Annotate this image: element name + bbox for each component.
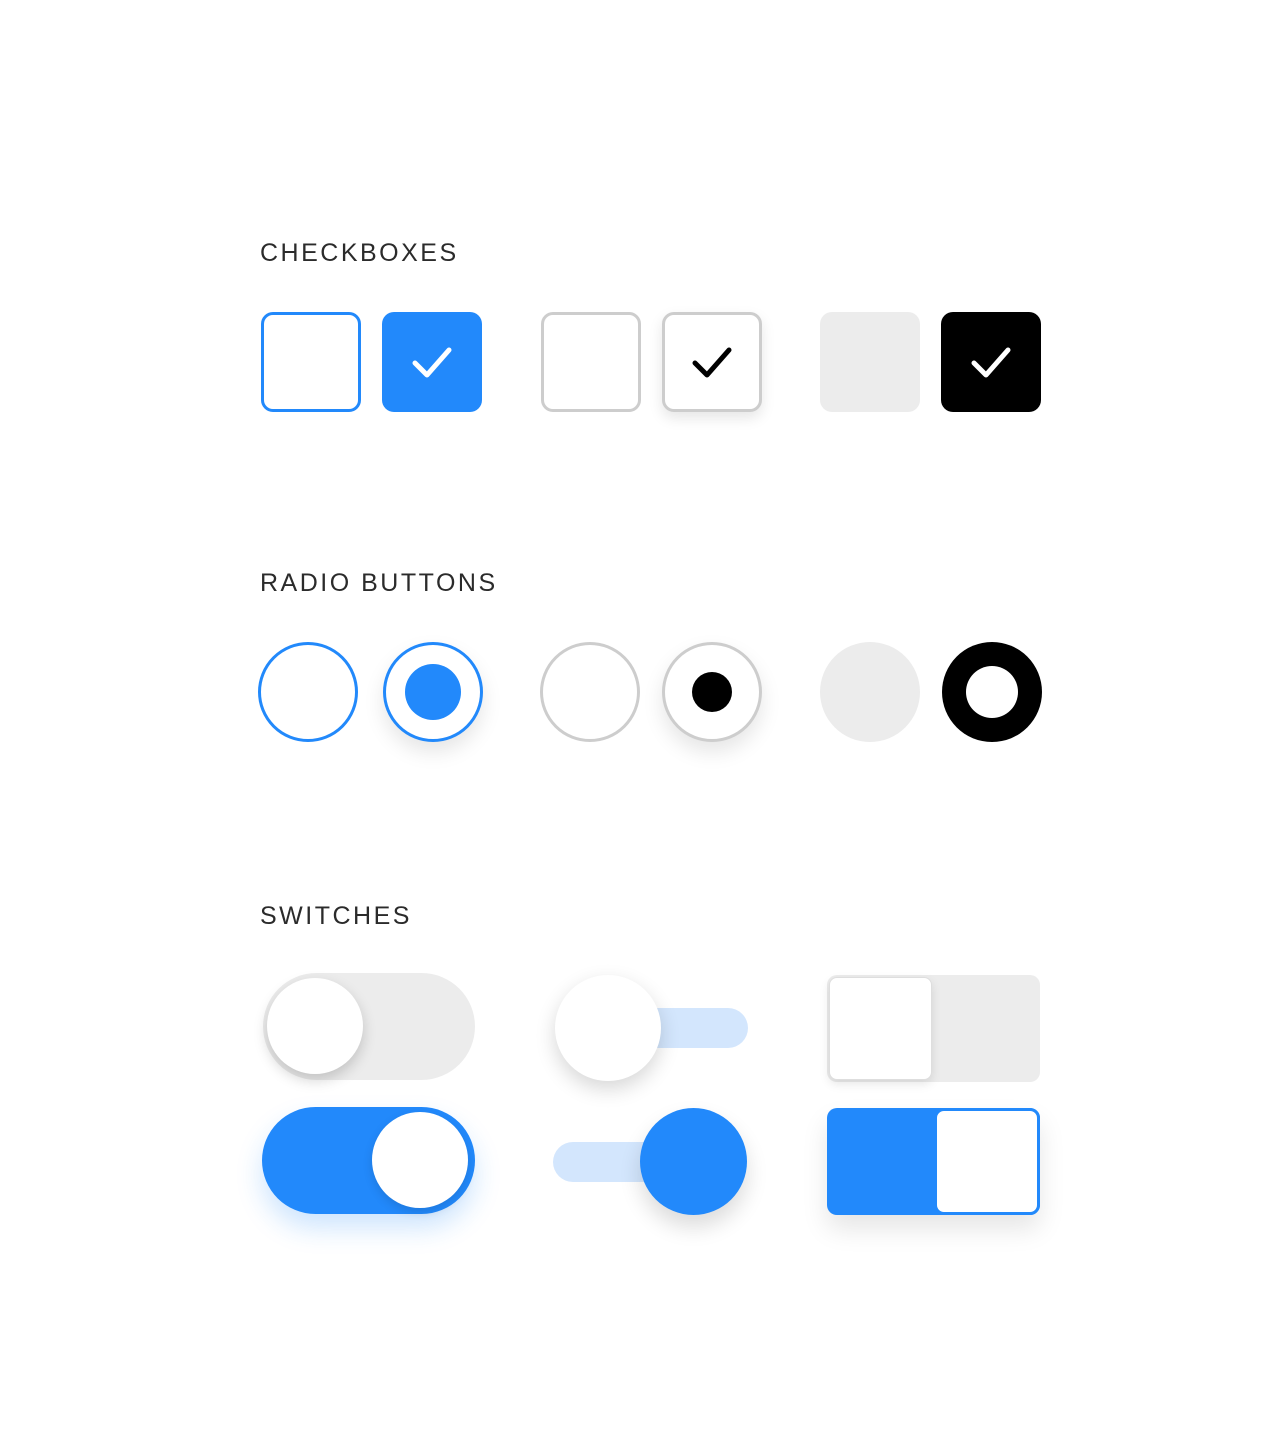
switches-heading: SWITCHES: [260, 902, 412, 930]
radio-blue-selected[interactable]: [383, 642, 483, 742]
radio-buttons-heading: RADIO BUTTONS: [260, 569, 498, 597]
radio-grey-unselected[interactable]: [540, 642, 640, 742]
switch-pill-on[interactable]: [262, 1107, 475, 1214]
switch-knob: [934, 1108, 1040, 1215]
switch-knob: [267, 978, 363, 1074]
radio-blue-unselected[interactable]: [258, 642, 358, 742]
radio-filled-unselected[interactable]: [820, 642, 920, 742]
radio-dot: [692, 672, 732, 712]
switch-pill-off[interactable]: [263, 973, 475, 1080]
checkmark-icon: [971, 347, 1011, 378]
radio-dot: [966, 666, 1018, 718]
radio-dot: [405, 664, 461, 720]
radio-filled-selected[interactable]: [942, 642, 1042, 742]
switch-knob: [372, 1112, 468, 1208]
checkbox-blue-unchecked[interactable]: [261, 312, 361, 412]
checkboxes-heading: CHECKBOXES: [260, 239, 459, 267]
switch-knob: [829, 977, 932, 1080]
checkmark-icon: [692, 347, 732, 378]
checkbox-filled-checked[interactable]: [941, 312, 1041, 412]
switch-thin-track-on[interactable]: [553, 1108, 748, 1215]
switch-knob: [555, 975, 661, 1081]
checkbox-grey-checked[interactable]: [662, 312, 762, 412]
switch-thin-track-off[interactable]: [555, 975, 750, 1082]
radio-grey-selected[interactable]: [662, 642, 762, 742]
checkmark-icon: [412, 347, 452, 378]
checkbox-blue-checked[interactable]: [382, 312, 482, 412]
checkbox-grey-unchecked[interactable]: [541, 312, 641, 412]
switch-square-off[interactable]: [827, 975, 1040, 1082]
switch-knob: [640, 1108, 747, 1215]
switch-square-on[interactable]: [827, 1108, 1040, 1215]
checkbox-filled-unchecked[interactable]: [820, 312, 920, 412]
